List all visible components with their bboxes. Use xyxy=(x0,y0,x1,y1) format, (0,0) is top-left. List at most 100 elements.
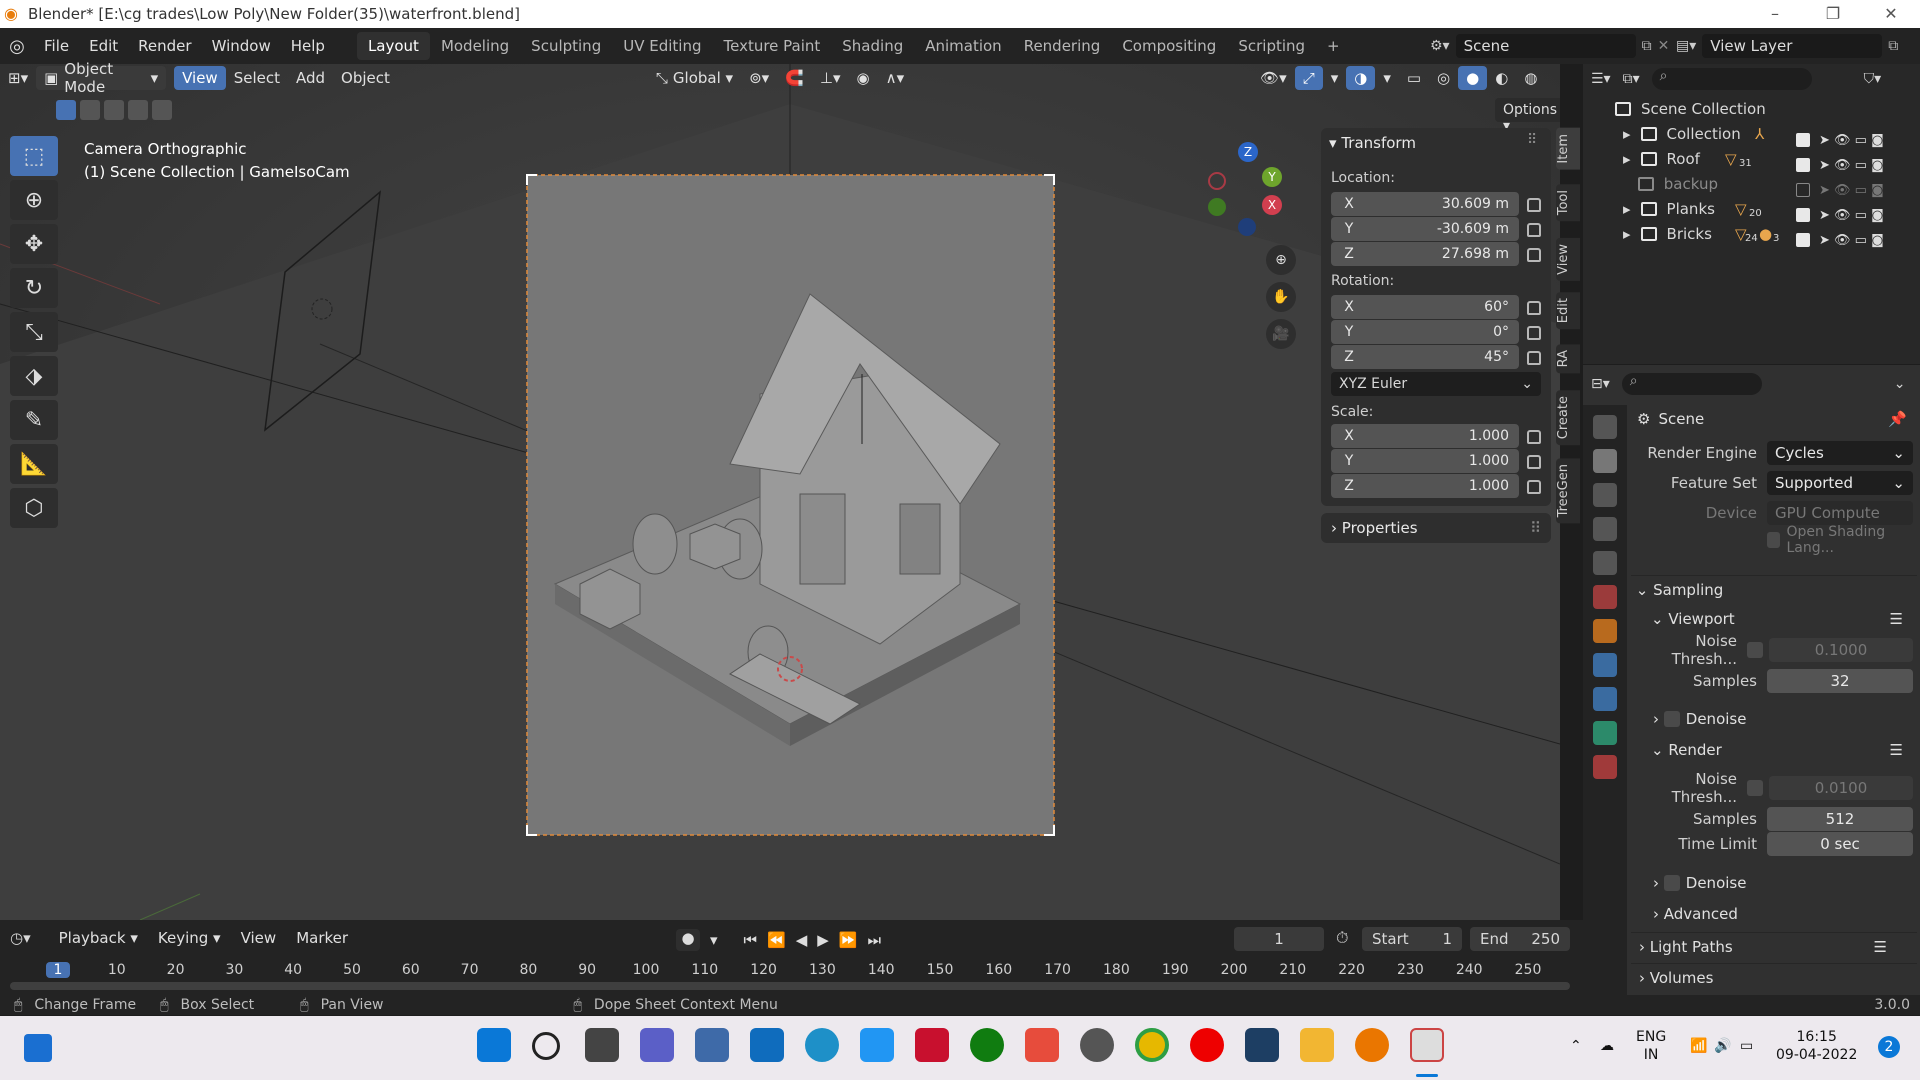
tab-modeling[interactable]: Modeling xyxy=(430,32,520,60)
render-engine-dropdown[interactable]: Cycles ⌄ xyxy=(1767,441,1913,465)
menu-playback[interactable]: Playback ▾ xyxy=(51,926,146,950)
lock-location-z-icon[interactable] xyxy=(1527,248,1541,262)
tab-sculpting[interactable]: Sculpting xyxy=(520,32,612,60)
location-z-field[interactable]: Z 27.698 m xyxy=(1331,242,1519,266)
solid-shading-icon[interactable]: ● xyxy=(1458,66,1488,90)
timeline-scrollbar[interactable] xyxy=(10,982,1570,990)
feature-set-dropdown[interactable]: Supported ⌄ xyxy=(1767,471,1913,495)
end-frame-field[interactable]: End 250 xyxy=(1470,927,1570,951)
gizmo-neg-z[interactable] xyxy=(1238,218,1256,236)
teams-chat-icon[interactable] xyxy=(640,1028,674,1062)
scale-tool-icon[interactable]: ⤡ xyxy=(10,312,58,352)
options-dropdown[interactable]: Options ▾ xyxy=(1495,98,1560,134)
sampling-panel-header[interactable]: ⌄ Sampling xyxy=(1631,575,1917,603)
properties-panel-header[interactable]: › Properties ⠿ xyxy=(1321,513,1551,543)
rotation-mode-dropdown[interactable]: XYZ Euler ⌄ xyxy=(1331,372,1541,396)
pivot-point-icon[interactable]: ⊚▾ xyxy=(741,66,777,90)
snipping-tool-icon[interactable] xyxy=(1410,1028,1444,1062)
menu-keying[interactable]: Keying ▾ xyxy=(150,926,229,950)
new-view-layer-icon[interactable]: ⧉ xyxy=(1888,38,1898,54)
exclude-checkbox-planks[interactable] xyxy=(1796,208,1810,222)
world-tab-icon[interactable] xyxy=(1593,585,1617,609)
rotation-x-field[interactable]: X 60° xyxy=(1331,295,1519,319)
cursor-tool-icon[interactable]: ⊕ xyxy=(10,180,58,220)
menu-select[interactable]: Select xyxy=(226,66,288,90)
snap-target-icon[interactable]: ⊥▾ xyxy=(812,66,849,90)
lock-scale-y-icon[interactable] xyxy=(1527,455,1541,469)
render-denoise-header[interactable]: › Denoise xyxy=(1631,869,1917,897)
material-shading-icon[interactable]: ◐ xyxy=(1487,66,1516,90)
gizmo-y-axis[interactable]: Y xyxy=(1262,167,1282,187)
gizmo-neg-y[interactable] xyxy=(1208,198,1226,216)
gizmo-neg-x[interactable] xyxy=(1208,172,1226,190)
lock-scale-z-icon[interactable] xyxy=(1527,480,1541,494)
opera-browser-icon[interactable] xyxy=(1190,1028,1224,1062)
volume-icon[interactable]: 🔊 xyxy=(1714,1038,1731,1054)
wifi-icon[interactable]: 📶 xyxy=(1690,1038,1707,1054)
gizmo-z-axis[interactable]: Z xyxy=(1238,142,1258,162)
location-y-field[interactable]: Y -30.609 m xyxy=(1331,217,1519,241)
new-scene-icon[interactable]: ⧉ xyxy=(1642,38,1652,54)
annotate-tool-icon[interactable]: ✎ xyxy=(10,400,58,440)
scale-x-field[interactable]: X 1.000 xyxy=(1331,424,1519,448)
display-mode-icon[interactable]: ⧉▾ xyxy=(1623,71,1640,87)
onedrive-icon[interactable]: ☁ xyxy=(1600,1038,1614,1054)
osl-checkbox[interactable] xyxy=(1767,532,1781,548)
tab-edit[interactable]: Edit xyxy=(1556,292,1580,330)
restriction-icons-bricks[interactable]: ➤ 👁 ▭ ◙ xyxy=(1819,228,1884,253)
photos-app-icon[interactable] xyxy=(695,1028,729,1062)
transform-orientation-dropdown[interactable]: ⤡ Global ▾ xyxy=(648,66,741,90)
falloff-icon[interactable]: ∧▾ xyxy=(878,66,913,90)
viewport-subpanel-header[interactable]: ⌄ Viewport ☰ xyxy=(1631,605,1917,633)
xray-icon[interactable]: ▭ xyxy=(1399,66,1429,90)
rotation-y-field[interactable]: Y 0° xyxy=(1331,320,1519,344)
render-samples-field[interactable]: 512 xyxy=(1767,807,1913,831)
task-view-icon[interactable] xyxy=(585,1028,619,1062)
tab-item[interactable]: Item xyxy=(1556,128,1580,170)
editor-type-icon[interactable]: ⊞▾ xyxy=(0,66,36,90)
chrome-browser-icon[interactable] xyxy=(1135,1028,1169,1062)
scene-selector-icon[interactable]: ⚙▾ xyxy=(1430,38,1450,54)
select-box-new-icon[interactable] xyxy=(56,100,76,120)
add-cube-tool-icon[interactable]: ⬡ xyxy=(10,488,58,528)
volumes-panel-header[interactable]: › Volumes xyxy=(1631,963,1917,991)
menu-object[interactable]: Object xyxy=(333,66,398,90)
selection-mode-buttons[interactable] xyxy=(56,100,172,120)
rotation-z-field[interactable]: Z 45° xyxy=(1331,345,1519,369)
properties-editor-type-icon[interactable]: ⊟▾ xyxy=(1591,376,1610,392)
select-box-subtract-icon[interactable] xyxy=(104,100,124,120)
play-icon[interactable]: ▶ xyxy=(817,931,829,949)
viewport-noise-field[interactable]: 0.1000 xyxy=(1769,638,1913,662)
show-hidden-icons[interactable]: ⌃ xyxy=(1570,1038,1582,1054)
widgets-icon[interactable] xyxy=(24,1034,52,1062)
keying-dropdown-icon[interactable]: ▾ xyxy=(710,931,718,949)
pin-icon[interactable]: 📌 xyxy=(1888,410,1907,428)
tab-uv-editing[interactable]: UV Editing xyxy=(612,32,712,60)
current-frame-marker[interactable]: 1 xyxy=(46,962,70,978)
menu-render[interactable]: Render xyxy=(128,37,201,55)
lock-location-y-icon[interactable] xyxy=(1527,223,1541,237)
rotate-tool-icon[interactable]: ↻ xyxy=(10,268,58,308)
restriction-icons-collection[interactable]: ➤ 👁 ▭ ◙ xyxy=(1819,128,1884,153)
tab-create[interactable]: Create xyxy=(1556,390,1580,446)
jump-end-icon[interactable]: ⏭ xyxy=(868,931,882,949)
restriction-icons-roof[interactable]: ➤ 👁 ▭ ◙ xyxy=(1819,153,1884,178)
render-subpanel-header[interactable]: ⌄ Render ☰ xyxy=(1631,736,1917,764)
language-indicator[interactable]: ENG IN xyxy=(1636,1028,1666,1064)
expand-arrow-icon[interactable]: ▸ xyxy=(1623,225,1631,243)
office-app-icon[interactable] xyxy=(1025,1028,1059,1062)
xbox-icon[interactable] xyxy=(970,1028,1004,1062)
visibility-icon[interactable]: 👁▾ xyxy=(1252,66,1295,90)
properties-options-icon[interactable]: ⌄ xyxy=(1894,376,1906,392)
tab-texture-paint[interactable]: Texture Paint xyxy=(712,32,831,60)
constraints-tab-icon[interactable] xyxy=(1593,721,1617,745)
transform-tool-icon[interactable]: ⬗ xyxy=(10,356,58,396)
file-explorer-icon[interactable] xyxy=(1300,1028,1334,1062)
viewport-noise-checkbox[interactable] xyxy=(1747,642,1763,658)
zoom-icon[interactable]: ⊕ xyxy=(1266,245,1296,275)
delete-scene-icon[interactable]: ✕ xyxy=(1658,38,1670,54)
render-tab-icon[interactable] xyxy=(1593,449,1617,473)
render-denoise-checkbox[interactable] xyxy=(1663,875,1680,891)
tab-scripting[interactable]: Scripting xyxy=(1227,32,1316,60)
menu-help[interactable]: Help xyxy=(281,37,335,55)
